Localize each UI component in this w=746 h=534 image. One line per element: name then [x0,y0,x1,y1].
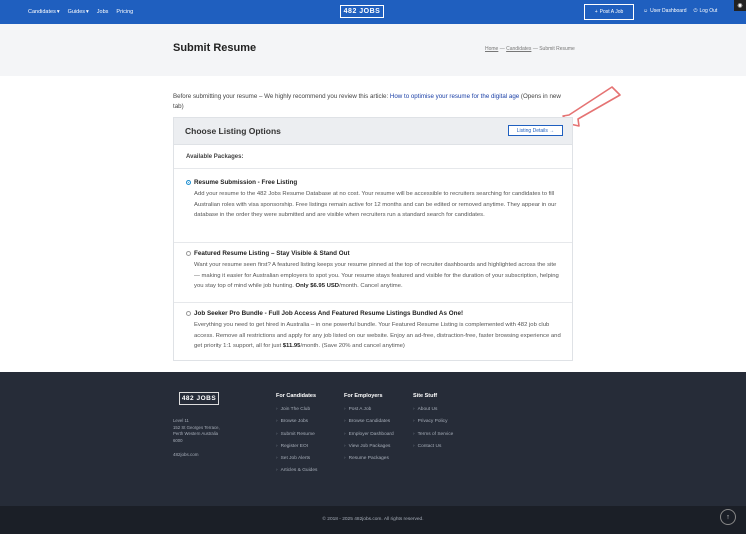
footer-link[interactable]: › Join The Club [276,407,317,419]
footer-col-candidates: For Candidates › Join The Club › Browse Jo… [276,393,317,481]
chevron-right-icon: › [344,407,346,412]
footer-logo[interactable]: 482 JOBS [179,392,219,405]
footer-address: Level 11 152 St Georges Terrace, Perth W… [173,418,220,443]
chevron-down-icon: ▾ [86,9,89,15]
user-links: ☺ User Dashboard ⏻ Log Out [643,8,717,14]
package-radio[interactable] [186,311,191,316]
footer-link[interactable]: › Post A Job [344,407,394,419]
footer-link[interactable]: › Terms of Service [413,432,453,444]
footer-col-title: For Employers [344,393,383,399]
top-nav-bar: Candidates ▾ Guides ▾ Jobs Pricing 482 JOB… [0,0,746,24]
plus-icon: + [594,9,598,15]
chevron-right-icon: › [276,443,278,449]
user-icon: ☺ [643,8,649,14]
divider [174,242,572,243]
package-description: Everything you need to get hired in Aust… [194,322,561,349]
footer-link[interactable]: › Privacy Policy [413,419,453,431]
package-description: Add your resume to the 482 Jobs Resume D… [194,191,557,218]
chevron-right-icon: › [413,443,415,449]
footer-link[interactable]: › Resume Packages [344,456,394,468]
site-logo[interactable]: 482 JOBS [340,5,384,18]
footer-link[interactable]: › Submit Resume [276,432,317,444]
footer-col-employers: For Employers › Post A Job › Browse Candid… [344,393,394,468]
user-dashboard-link[interactable]: ☺ User Dashboard [643,8,687,14]
footer-col-site-stuff: Site Stuff › About Us › Privacy Policy › Te… [413,393,453,456]
power-icon: ⏻ [693,8,698,14]
package-title: Job Seeker Pro Bundle - Full Job Access … [194,310,464,317]
nav-item-pricing[interactable]: Pricing [116,9,133,15]
package-option-free[interactable]: Resume Submission - Free Listing Add you… [186,179,562,221]
listing-panel-header: Choose Listing Options Listing Details → [174,118,572,145]
package-option-bundle[interactable]: Job Seeker Pro Bundle - Full Job Access … [186,310,562,352]
chevron-right-icon: › [344,443,346,449]
footer-link[interactable]: › Contact Us [413,444,453,456]
package-price: Only $6.95 USD [295,283,340,289]
breadcrumb-current: Submit Resume [539,46,575,52]
chevron-right-icon: › [344,419,346,425]
copyright: © 2018 - 2025 482jobs.com. All rights re… [322,517,424,522]
footer-link[interactable]: › Browse Jobs [276,419,317,431]
footer-site-link[interactable]: 482jobs.com [173,452,199,457]
package-description: Want your resume seen first? A featured … [194,262,559,289]
footer-link[interactable]: › Articles & Guides [276,468,317,480]
logout-link[interactable]: ⏻ Log Out [694,8,718,14]
chevron-right-icon: › [413,431,415,437]
scroll-to-top-icon[interactable]: ↑ [720,509,736,525]
eye-icon[interactable]: ◉ [734,0,746,11]
nav-item-jobs[interactable]: Jobs [97,9,109,15]
package-radio[interactable] [186,251,191,256]
chevron-right-icon: › [344,456,346,462]
chevron-right-icon: › [276,407,278,412]
package-title: Resume Submission - Free Listing [194,179,298,186]
footer-col-title: For Candidates [276,393,317,399]
intro-text: Before submitting your resume – We highl… [173,93,561,110]
chevron-right-icon: › [276,456,278,462]
main-nav: Candidates ▾ Guides ▾ Jobs Pricing [28,9,133,15]
resume-article-link[interactable]: How to optimise your resume for the digi… [390,93,519,100]
breadcrumb: Home — Candidates — Submit Resume [485,46,575,52]
package-radio[interactable] [186,180,191,185]
nav-item-guides[interactable]: Guides ▾ [68,9,89,15]
footer-link[interactable]: › Register EOI [276,444,317,456]
footer-link[interactable]: › Browse Candidates [344,419,394,431]
chevron-right-icon: › [413,407,415,412]
chevron-right-icon: › [276,419,278,425]
breadcrumb-candidates[interactable]: Candidates [506,46,531,52]
chevron-right-icon: › [413,419,415,425]
footer-link[interactable]: › Set Job Alerts [276,456,317,468]
divider [174,302,572,303]
available-packages-label: Available Packages: [186,154,244,160]
divider [174,168,572,169]
footer-link[interactable]: › About Us [413,407,453,419]
listing-details-button[interactable]: Listing Details → [508,125,563,136]
package-title: Featured Resume Listing – Stay Visible &… [194,250,350,257]
chevron-right-icon: › [276,431,278,437]
chevron-right-icon: › [276,468,278,474]
package-price: $11.95 [282,343,301,349]
footer-col-title: Site Stuff [413,393,438,399]
footer-link[interactable]: › View Job Packages [344,444,394,456]
nav-item-candidates[interactable]: Candidates ▾ [28,9,60,15]
page-header [0,24,746,76]
footer-link[interactable]: › Employer Dashboard [344,432,394,444]
listing-options-panel: Choose Listing Options Listing Details →… [173,117,573,361]
post-job-button[interactable]: + Post A Job [584,4,634,20]
package-option-featured[interactable]: Featured Resume Listing – Stay Visible &… [186,250,562,292]
chevron-right-icon: › [344,431,346,437]
listing-panel-title: Choose Listing Options [185,126,281,136]
breadcrumb-home[interactable]: Home [485,46,498,52]
page-title: Submit Resume [173,42,257,54]
chevron-down-icon: ▾ [56,9,60,15]
